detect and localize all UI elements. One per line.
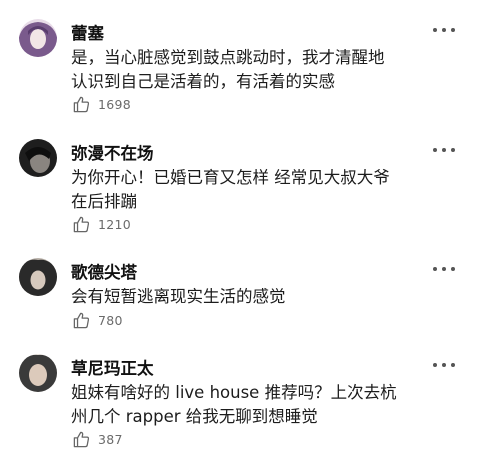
comment-item: 草尼玛正太 姐妹有啥好的 live house 推荐吗？上次去杭 州几个 rap… [0,354,483,449]
thumbs-up-icon [73,96,90,113]
avatar-image [19,139,57,177]
avatar[interactable] [19,258,57,296]
like-button[interactable]: 1698 [72,95,131,114]
like-count: 387 [98,432,123,447]
like-button[interactable]: 387 [72,430,123,449]
like-count: 1210 [98,217,132,232]
comment-text-line: 在后排蹦 [71,192,137,211]
comment-username[interactable]: 草尼玛正太 [71,355,154,379]
comment-text-line: 姐妹有啥好的 live house 推荐吗？上次去杭 [71,383,397,402]
comment-text: 会有短暂逃离现实生活的感觉 [71,285,466,309]
avatar-image [19,19,57,57]
comment-text-line: 为你开心！已婚已育又怎样 经常见大叔大爷 [71,168,390,187]
comment-text: 为你开心！已婚已育又怎样 经常见大叔大爷 在后排蹦 [71,166,466,214]
comment-username[interactable]: 弥漫不在场 [71,140,154,164]
comment-username[interactable]: 歌德尖塔 [71,259,137,283]
more-dots-icon[interactable] [433,362,455,368]
thumbs-up-icon [73,216,90,233]
comment-text: 姐妹有啥好的 live house 推荐吗？上次去杭 州几个 rapper 给我… [71,381,466,429]
comment-text-line: 是，当心脏感觉到鼓点跳动时，我才清醒地 [71,48,385,67]
more-dots-icon[interactable] [433,147,455,153]
comment-item: 弥漫不在场 为你开心！已婚已育又怎样 经常见大叔大爷 在后排蹦 1210 [0,139,483,239]
thumbs-up-icon [73,312,90,329]
avatar-image [19,354,57,392]
more-dots-icon[interactable] [433,27,455,33]
like-button[interactable]: 1210 [72,215,131,234]
avatar[interactable] [19,354,57,392]
like-button[interactable]: 780 [72,311,123,330]
comment-text-line: 州几个 rapper 给我无聊到想睡觉 [71,407,318,426]
comment-text: 是，当心脏感觉到鼓点跳动时，我才清醒地 认识到自己是活着的，有活着的实感 [71,46,466,94]
avatar[interactable] [19,139,57,177]
comment-item: 歌德尖塔 会有短暂逃离现实生活的感觉 780 [0,258,483,334]
comment-item: 蕾塞 是，当心脏感觉到鼓点跳动时，我才清醒地 认识到自己是活着的，有活着的实感 … [0,19,483,119]
thumbs-up-icon [73,431,90,448]
comment-username[interactable]: 蕾塞 [71,20,104,44]
like-count: 1698 [98,97,132,112]
more-dots-icon[interactable] [433,266,455,272]
avatar-image [19,258,57,296]
like-count: 780 [98,313,123,328]
comment-text-line: 会有短暂逃离现实生活的感觉 [71,287,286,306]
comment-text-line: 认识到自己是活着的，有活着的实感 [71,72,335,91]
avatar[interactable] [19,19,57,57]
